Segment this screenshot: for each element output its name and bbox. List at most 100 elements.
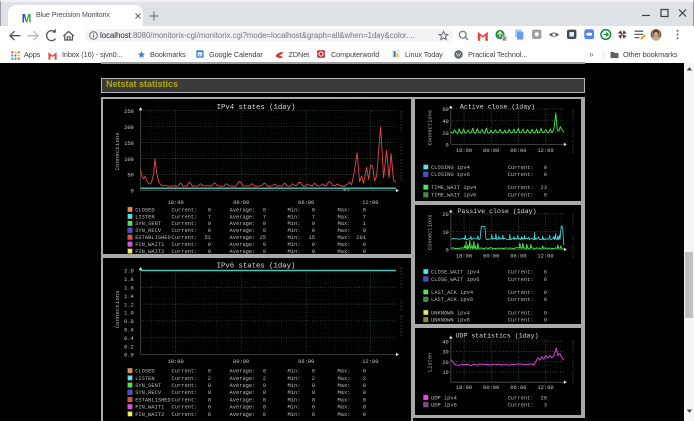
svg-text:Min:: Min: [288, 242, 301, 248]
svg-text:2: 2 [503, 36, 506, 42]
svg-text:0: 0 [208, 228, 211, 234]
svg-text:UNKNOWN ipv4: UNKNOWN ipv4 [431, 310, 470, 316]
svg-text:0: 0 [312, 397, 315, 403]
svg-text:Average:: Average: [230, 397, 256, 403]
svg-text:0: 0 [263, 405, 266, 411]
svg-text:23: 23 [541, 185, 547, 191]
svg-text:Current:: Current: [508, 297, 534, 303]
svg-text:Current:: Current: [172, 207, 198, 213]
svg-text:0: 0 [544, 172, 547, 178]
svg-text:15: 15 [309, 235, 315, 241]
svg-text:Current:: Current: [508, 318, 534, 323]
svg-text:Min:: Min: [288, 207, 301, 213]
svg-text:00:00: 00:00 [233, 359, 249, 365]
svg-text:Passive close (1day): Passive close (1day) [457, 208, 536, 215]
svg-text:0: 0 [208, 249, 211, 255]
svg-text:FIN_WAIT1: FIN_WAIT1 [135, 242, 164, 248]
svg-text:Connections: Connections [114, 290, 121, 328]
svg-text:0: 0 [131, 189, 134, 195]
svg-text:0: 0 [312, 412, 315, 418]
svg-text:20: 20 [442, 131, 448, 137]
svg-text:2: 2 [312, 376, 315, 382]
svg-text:Average:: Average: [230, 235, 256, 241]
svg-text:LAST_ACK ipv6: LAST_ACK ipv6 [431, 297, 473, 303]
svg-text:TIME_WAIT ipv4: TIME_WAIT ipv4 [431, 185, 476, 191]
svg-text:Average:: Average: [230, 242, 256, 248]
svg-text:Min:: Min: [288, 228, 301, 234]
svg-text:40: 40 [442, 119, 448, 125]
svg-text:0: 0 [312, 405, 315, 411]
svg-text:00:00: 00:00 [483, 253, 499, 259]
svg-text:CLOSING ipv4: CLOSING ipv4 [431, 165, 470, 171]
svg-text:Current:: Current: [508, 403, 534, 409]
svg-text:Average:: Average: [230, 383, 256, 389]
svg-text:0: 0 [263, 242, 266, 248]
svg-text:0: 0 [263, 249, 266, 255]
svg-text:6: 6 [544, 270, 547, 276]
svg-text:Current:: Current: [508, 193, 534, 199]
svg-text:Average:: Average: [230, 249, 256, 255]
svg-text:0.0: 0.0 [124, 353, 134, 359]
svg-text:2: 2 [363, 376, 366, 382]
svg-text:Max:: Max: [338, 390, 351, 396]
svg-text:201: 201 [356, 235, 366, 241]
svg-text:Current:: Current: [508, 395, 534, 401]
svg-text:0.8: 0.8 [124, 319, 134, 325]
svg-text:FIN_WAIT2: FIN_WAIT2 [135, 412, 164, 418]
svg-text:Average:: Average: [230, 369, 256, 375]
svg-text:0: 0 [363, 397, 366, 403]
svg-text:0: 0 [208, 221, 211, 227]
svg-text:1: 1 [363, 221, 366, 227]
svg-text:ESTABLISHED: ESTABLISHED [135, 397, 171, 403]
svg-text:0: 0 [263, 390, 266, 396]
svg-text:Min:: Min: [288, 412, 301, 418]
svg-text:Average:: Average: [230, 405, 256, 411]
svg-text:RRDTOOL / TOBI OETIKER: RRDTOOL / TOBI OETIKER [571, 109, 575, 154]
svg-text:Current:: Current: [508, 290, 534, 296]
svg-text:ESTABLISHED: ESTABLISHED [135, 235, 171, 241]
svg-text:0.2: 0.2 [124, 344, 134, 350]
svg-text:Connections: Connections [428, 110, 434, 146]
svg-text:18:00: 18:00 [456, 253, 472, 259]
svg-text:7: 7 [363, 214, 366, 220]
svg-text:Current:: Current: [172, 214, 198, 220]
svg-text:7: 7 [312, 214, 315, 220]
svg-text:200: 200 [124, 125, 134, 131]
svg-text:06:00: 06:00 [510, 385, 526, 391]
svg-text:Max:: Max: [338, 383, 351, 389]
svg-text:0: 0 [544, 193, 547, 199]
svg-text:Min:: Min: [288, 221, 301, 227]
svg-text:0: 0 [312, 390, 315, 396]
svg-text:12:00: 12:00 [537, 253, 553, 259]
svg-text:IPv6 states (1day): IPv6 states (1day) [217, 262, 296, 270]
svg-text:UDP ipv4: UDP ipv4 [431, 395, 457, 401]
svg-text:0: 0 [363, 405, 366, 411]
svg-text:Current:: Current: [508, 172, 534, 178]
svg-text:LISTEN: LISTEN [135, 376, 154, 382]
svg-text:Active close (1day): Active close (1day) [460, 104, 535, 111]
svg-text:20: 20 [442, 212, 448, 218]
svg-text:20: 20 [442, 360, 448, 366]
svg-text:00:00: 00:00 [483, 148, 499, 154]
svg-text:RRDTOOL / TOBI OETIKER: RRDTOOL / TOBI OETIKER [398, 111, 403, 182]
svg-text:0: 0 [312, 249, 315, 255]
svg-text:2.0: 2.0 [124, 269, 134, 275]
svg-text:Max:: Max: [338, 228, 351, 234]
svg-text:0: 0 [208, 390, 211, 396]
svg-text:Min:: Min: [288, 235, 301, 241]
svg-text:Max:: Max: [338, 214, 351, 220]
svg-text:50: 50 [127, 173, 133, 179]
svg-text:Min:: Min: [288, 390, 301, 396]
svg-text:0: 0 [544, 277, 547, 283]
svg-text:06:00: 06:00 [510, 253, 526, 259]
svg-text:0: 0 [544, 318, 547, 323]
svg-text:0: 0 [312, 383, 315, 389]
svg-text:12:00: 12:00 [362, 200, 378, 206]
svg-text:Max:: Max: [338, 397, 351, 403]
svg-text:12:00: 12:00 [537, 385, 553, 391]
svg-text:LAST_ACK ipv4: LAST_ACK ipv4 [431, 290, 473, 296]
svg-text:0.6: 0.6 [124, 328, 134, 334]
svg-text:RRDTOOL / TOBI OETIKER: RRDTOOL / TOBI OETIKER [571, 214, 575, 259]
svg-text:0.4: 0.4 [124, 336, 134, 342]
svg-text:Max:: Max: [338, 412, 351, 418]
